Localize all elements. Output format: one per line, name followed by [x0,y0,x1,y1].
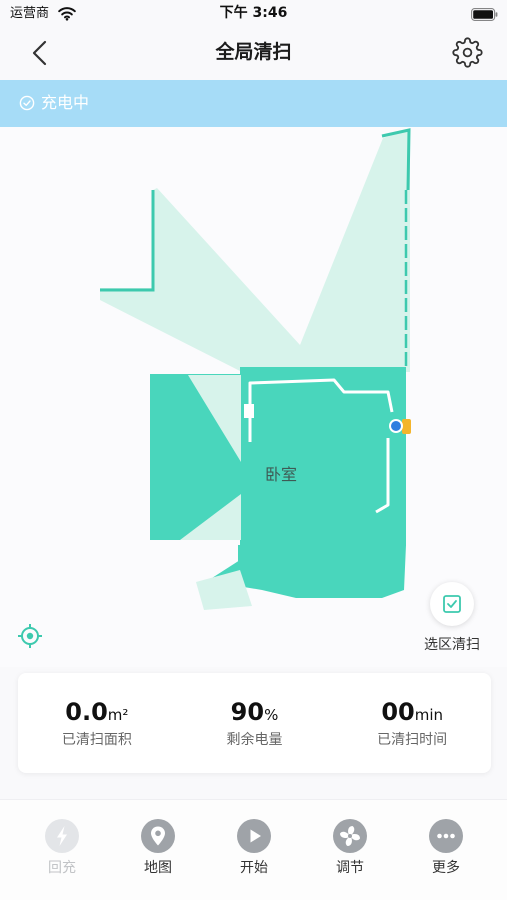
cleaning-map[interactable]: 卧室 [0,127,507,667]
stat-cleaning-time: 00min 已清扫时间 [333,673,491,773]
lightning-icon [45,819,79,853]
explored-area [100,130,410,372]
nav-header: 全局清扫 [0,28,507,80]
more-icon [429,819,463,853]
charging-status-text: 充电中 [41,93,90,112]
room-label: 卧室 [265,465,297,484]
chevron-left-icon[interactable] [29,39,51,67]
tab-label: 开始 [240,860,268,876]
stat-number: 00 [381,698,415,726]
map-boundary-left [100,190,155,292]
clock: 下午 3:46 [219,5,288,21]
battery-icon [471,8,498,21]
check-circle-icon [19,95,35,111]
tab-label: 地图 [144,860,172,876]
tab-label: 调节 [336,860,364,876]
room-bedroom[interactable] [240,367,406,546]
stat-label: 已清扫时间 [377,732,448,748]
stat-number: 90 [230,698,265,726]
stat-value: 90% [176,697,334,730]
gear-icon[interactable] [452,37,483,68]
carrier-name: 运营商 [10,6,50,21]
stat-battery: 90% 剩余电量 [176,673,334,773]
stat-cleaned-area: 0.0m² 已清扫面积 [18,673,176,773]
stat-value: 0.0m² [18,697,176,730]
bottom-toolbar: 回充 地图 开始 调节 更多 [0,799,507,900]
stat-label: 已清扫面积 [61,732,132,748]
status-bar: 运营商 下午 3:46 [0,0,507,28]
stat-label: 剩余电量 [226,732,283,748]
tab-recharge: 回充 [14,800,110,900]
tab-more[interactable]: 更多 [398,800,494,900]
fan-icon [333,819,367,853]
map-area[interactable]: 卧室 选区清扫 [0,127,507,667]
room-bottom[interactable] [238,545,406,598]
stats-card: 0.0m² 已清扫面积 90% 剩余电量 00min 已清扫时间 [18,673,491,773]
map-pin-icon [141,819,175,853]
select-area-label[interactable]: 选区清扫 [402,636,502,654]
tab-map[interactable]: 地图 [110,800,206,900]
tab-label: 更多 [432,860,460,876]
stat-unit: % [264,706,279,724]
stat-unit: m² [107,706,129,724]
furniture-marker [244,404,254,418]
wifi-icon [58,7,76,21]
robot-icon [389,419,403,433]
tab-start[interactable]: 开始 [206,800,302,900]
page-title: 全局清扫 [215,41,292,63]
stat-value: 00min [333,697,491,730]
tab-label: 回充 [48,860,76,876]
charging-dock-icon [402,419,411,434]
select-area-button[interactable] [430,582,474,626]
stat-number: 0.0 [65,698,108,726]
checkbox-icon [443,595,461,613]
crosshair-icon[interactable] [17,623,43,649]
status-banner: 充电中 [0,80,507,127]
play-icon [237,819,271,853]
stat-unit: min [414,706,444,724]
tab-adjust[interactable]: 调节 [302,800,398,900]
